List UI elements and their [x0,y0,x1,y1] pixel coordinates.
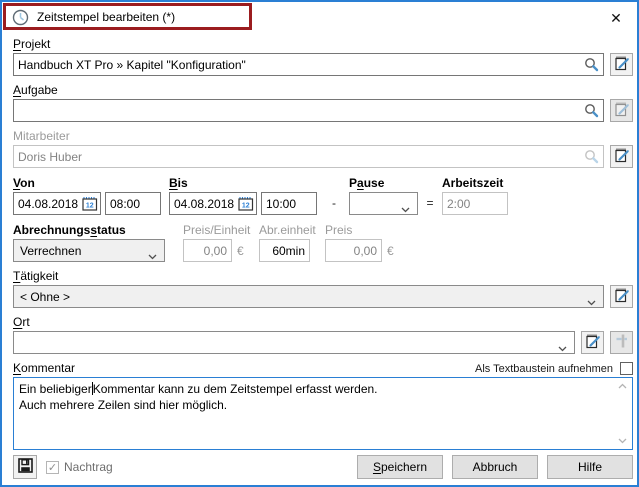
ort-combobox[interactable] [13,331,575,354]
chevron-down-icon [401,202,410,216]
kommentar-label: Kommentar [13,361,75,375]
edit-icon [614,55,630,74]
preis-input [325,239,382,262]
abr-einheit-input [259,239,310,262]
bis-label: Bis [169,176,319,190]
svg-text:12: 12 [242,203,250,210]
ort-edit-button[interactable] [581,331,604,354]
abr-einheit-label: Abr.einheit [259,223,310,237]
aufgabe-input[interactable] [13,99,604,122]
chevron-down-icon [148,249,157,263]
titlebar: Zeitstempel bearbeiten (*) ✕ [2,2,637,32]
mitarbeiter-edit-button[interactable] [610,145,633,168]
euro-sign: € [387,244,394,258]
kommentar-textarea[interactable]: Ein beliebigerKommentar kann zu dem Zeit… [13,377,633,450]
scrollbar-up-icon[interactable] [616,381,628,391]
bis-zeit-input[interactable] [261,192,317,215]
floppy-disk-icon [18,458,33,476]
map-position-icon [614,333,630,352]
aufgabe-edit-button [610,99,633,122]
equals-sign: = [418,196,442,215]
projekt-input[interactable] [13,53,604,76]
close-icon[interactable]: ✕ [607,9,625,27]
ort-map-position-button [610,331,633,354]
arbeitszeit-label: Arbeitszeit [442,176,508,190]
aufgabe-label: Aufgabe [13,83,633,97]
search-icon [584,149,599,164]
pause-combobox[interactable] [349,192,418,215]
nachtrag-checkbox: ✓ [46,461,59,474]
chevron-down-icon [587,295,596,309]
pause-label: Pause [349,176,418,190]
zeitstempel-dialog: Zeitstempel bearbeiten (*) ✕ Projekt [0,0,639,487]
abbruch-button[interactable]: Abbruch [452,455,538,479]
edit-icon [614,287,630,306]
textbaustein-label: Als Textbaustein aufnehmen [475,363,613,375]
dialog-title: Zeitstempel bearbeiten (*) [37,10,175,24]
calendar-icon[interactable]: 12 [82,196,98,211]
preis-label: Preis [325,223,382,237]
preis-einheit-input [183,239,232,262]
textbaustein-checkbox[interactable] [620,362,633,375]
taetigkeit-edit-button[interactable] [610,285,633,308]
nachtrag-label: Nachtrag [64,460,113,474]
von-zeit-input[interactable] [105,192,161,215]
search-icon[interactable] [584,103,599,118]
taetigkeit-combobox[interactable]: < Ohne > [13,285,604,308]
speichern-button[interactable]: Speichern [357,455,443,479]
kommentar-line2: Auch mehrere Zeilen sind hier möglich. [19,397,608,413]
mitarbeiter-label: Mitarbeiter [13,129,633,143]
chevron-down-icon [558,341,567,355]
euro-sign: € [237,244,244,258]
save-button[interactable] [13,455,37,479]
scrollbar-down-icon[interactable] [616,436,628,446]
edit-icon [614,147,630,166]
edit-icon [614,101,630,120]
hilfe-button[interactable]: Hilfe [547,455,633,479]
mitarbeiter-input [13,145,604,168]
ort-label: Ort [13,315,633,329]
arbeitszeit-input [442,192,508,215]
projekt-edit-button[interactable] [610,53,633,76]
minus-sign: - [325,196,343,215]
abrechnungsstatus-label: Abrechnungsstatus [13,223,165,237]
svg-text:12: 12 [86,203,94,210]
preis-einheit-label: Preis/Einheit [183,223,232,237]
edit-icon [585,333,601,352]
kommentar-line1: Ein beliebigerKommentar kann zu dem Zeit… [19,381,608,397]
abrechnungsstatus-combobox[interactable]: Verrechnen [13,239,165,262]
abrechnungsstatus-value: Verrechnen [20,244,81,258]
taetigkeit-value: < Ohne > [20,290,70,304]
projekt-label: Projekt [13,37,633,51]
taetigkeit-label: Tätigkeit [13,269,633,283]
search-icon[interactable] [584,57,599,72]
clock-icon [12,9,29,26]
von-label: Von [13,176,161,190]
calendar-icon[interactable]: 12 [238,196,254,211]
